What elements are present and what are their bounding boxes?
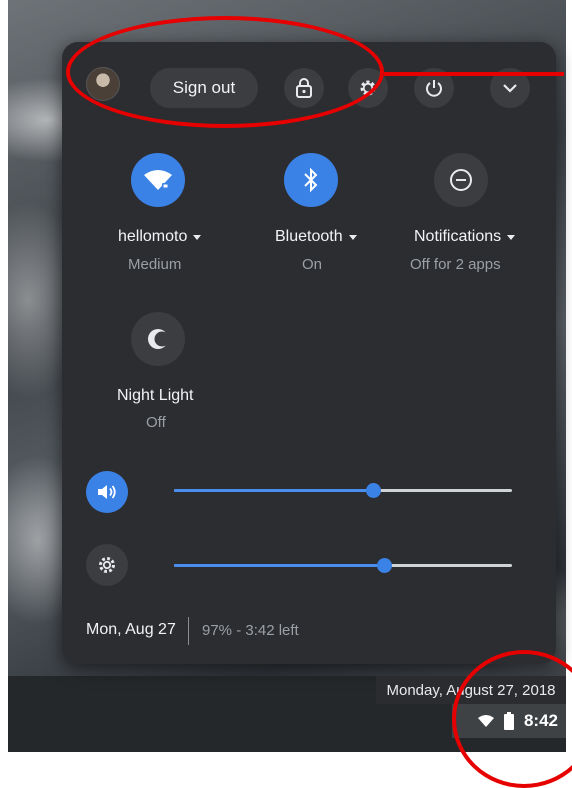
volume-slider[interactable] [174,483,512,498]
wifi-icon [144,170,172,190]
brightness-button [86,544,128,586]
wifi-toggle[interactable] [131,153,185,207]
wifi-network-name: hellomoto [118,228,188,245]
brightness-slider[interactable] [174,558,512,573]
caret-down-icon [193,234,202,240]
lock-icon [296,78,312,98]
wifi-label[interactable]: hellomoto [118,228,202,246]
wifi-strength: Medium [128,256,182,273]
gear-icon [360,80,376,96]
battery-status: 97% - 3:42 left [202,622,299,639]
bluetooth-status: On [302,256,323,273]
date-tooltip: Monday, August 27, 2018 [376,676,566,704]
bluetooth-icon [304,167,318,193]
wifi-icon [477,715,494,727]
settings-button[interactable] [348,68,388,108]
notifications-toggle[interactable] [434,153,488,207]
annotation-line [384,72,564,76]
night-light-toggle[interactable] [131,312,185,366]
volume-track [174,483,512,498]
power-icon [426,80,442,97]
mute-button[interactable] [86,471,128,513]
sign-out-button[interactable]: Sign out [150,68,258,108]
do-not-disturb-icon [450,169,472,191]
caret-down-icon [507,234,516,240]
volume-thumb[interactable] [366,483,382,498]
brightness-icon [99,557,115,573]
night-light-icon [148,329,170,349]
system-tray[interactable]: 8:42 [452,704,566,738]
caret-down-icon [348,234,357,240]
night-light-label: Night Light [117,387,194,404]
night-light-status: Off [146,414,166,431]
bluetooth-name: Bluetooth [275,228,343,245]
quick-settings-panel: Sign out hellomoto Medium Bluetooth On N… [62,42,556,664]
notifications-label[interactable]: Notifications [414,228,516,246]
brightness-fill [174,564,384,567]
footer-divider [188,617,189,645]
bluetooth-toggle[interactable] [284,153,338,207]
lock-button[interactable] [284,68,324,108]
volume-icon [98,485,116,499]
clock: 8:42 [523,711,558,730]
bluetooth-label[interactable]: Bluetooth [275,228,357,246]
volume-fill [174,489,374,492]
brightness-track [174,558,512,573]
battery-icon [503,712,514,730]
notifications-status: Off for 2 apps [410,256,501,273]
notifications-name: Notifications [414,228,502,245]
date-button[interactable]: Mon, Aug 27 [86,621,176,639]
user-avatar[interactable] [86,67,120,101]
brightness-thumb[interactable] [376,558,392,573]
chevron-down-icon [503,84,517,93]
